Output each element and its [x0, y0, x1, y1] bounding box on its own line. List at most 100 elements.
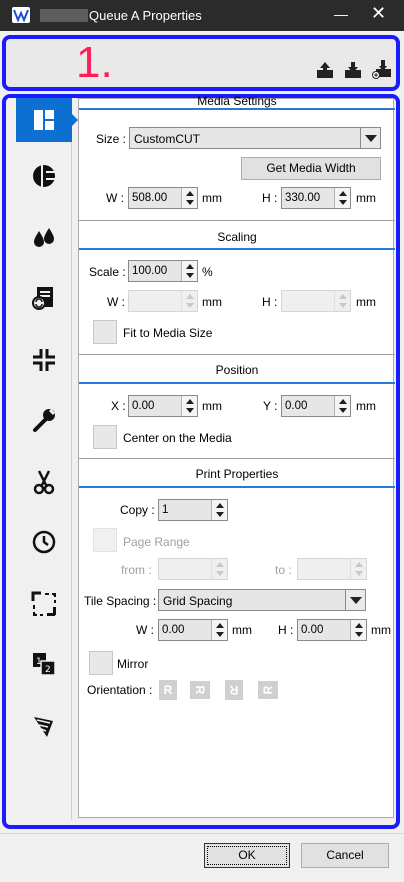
title-bar: Queue A Properties — ✕ [0, 0, 404, 31]
export-icon[interactable] [316, 61, 334, 79]
tile-width-stepper[interactable]: 0.00 [158, 619, 228, 641]
section-line [79, 382, 395, 384]
stepper-up-icon[interactable] [339, 399, 347, 404]
stepper-down-icon[interactable] [355, 632, 363, 637]
tile-spacing-dropdown[interactable]: Grid Spacing [158, 589, 366, 611]
stepper-down-icon[interactable] [216, 512, 224, 517]
scale-label: Scale : [89, 265, 126, 279]
mirror-checkbox[interactable] [89, 651, 113, 675]
scale-w-unit: mm [202, 295, 222, 309]
scale-value: 100.00 [132, 265, 168, 277]
stepper-down-icon[interactable] [339, 200, 347, 205]
tile-spacing-label: Tile Spacing : [84, 594, 157, 608]
sidebar-item-color[interactable] [16, 154, 72, 198]
sidebar-item-tools[interactable] [16, 398, 72, 442]
tile-spacing-value: Grid Spacing [163, 594, 233, 608]
color-swatch-icon [34, 717, 53, 737]
import-add-icon[interactable] [372, 59, 391, 79]
stepper-up-icon[interactable] [355, 623, 363, 628]
media-width-stepper[interactable]: 508.00 [128, 187, 198, 209]
sidebar-item-fit[interactable] [16, 338, 72, 382]
stepper-up-icon[interactable] [216, 503, 224, 508]
position-y-stepper[interactable]: 0.00 [281, 395, 351, 417]
orientation-options: R R R R [159, 680, 289, 702]
to-stepper [297, 558, 367, 580]
scale-w-label: W : [107, 295, 125, 309]
stepper-up-icon [355, 562, 363, 567]
minimize-button[interactable]: — [334, 6, 348, 22]
sidebar-item-ink[interactable] [16, 216, 72, 260]
stepper-up-icon[interactable] [339, 191, 347, 196]
scale-h-unit: mm [356, 295, 376, 309]
sidebar-item-cut[interactable] [16, 460, 72, 504]
section-line [79, 486, 395, 488]
get-media-width-button[interactable]: Get Media Width [241, 157, 381, 180]
section-divider [79, 220, 395, 221]
stepper-down-icon[interactable] [339, 408, 347, 413]
scale-width-stepper [128, 290, 198, 312]
size-dropdown[interactable]: CustomCUT [129, 127, 381, 149]
orientation-180-icon[interactable]: R [225, 680, 243, 700]
fit-to-media-checkbox[interactable] [93, 320, 117, 344]
center-on-media-label: Center on the Media [123, 431, 232, 445]
window-title: Queue A Properties [89, 8, 202, 23]
media-w-label: W : [106, 191, 124, 205]
position-y-unit: mm [356, 399, 376, 413]
position-y-value: 0.00 [285, 400, 308, 412]
tile-height-stepper[interactable]: 0.00 [297, 619, 367, 641]
sidebar-item-tiling[interactable]: 12 [16, 642, 72, 686]
scale-height-stepper [281, 290, 351, 312]
tile-h-label: H : [278, 623, 294, 637]
stepper-down-icon[interactable] [186, 408, 194, 413]
wrench-icon [33, 408, 56, 432]
stepper-down-icon [355, 571, 363, 576]
center-on-media-checkbox[interactable] [93, 425, 117, 449]
sidebar-item-job[interactable] [16, 276, 72, 320]
media-height-value: 330.00 [285, 192, 321, 204]
media-width-value: 508.00 [132, 192, 168, 204]
stepper-up-icon [186, 294, 194, 299]
position-x-value: 0.00 [132, 400, 155, 412]
stepper-down-icon [216, 571, 224, 576]
scale-stepper[interactable]: 100.00 [128, 260, 198, 282]
print-properties-title: Print Properties [195, 467, 279, 481]
stepper-up-icon [339, 294, 347, 299]
stepper-up-icon [216, 562, 224, 567]
close-button[interactable]: ✕ [371, 3, 386, 24]
from-label: from : [121, 563, 152, 577]
stepper-up-icon[interactable] [186, 399, 194, 404]
sidebar-item-marks[interactable] [16, 582, 72, 626]
toolbar-area: 1. [2, 35, 400, 91]
copy-stepper[interactable]: 1 [158, 499, 228, 521]
svg-text:2: 2 [45, 665, 51, 675]
clock-icon [32, 530, 56, 554]
stepper-up-icon[interactable] [186, 264, 194, 269]
orientation-0-icon[interactable]: R [159, 680, 177, 700]
copy-value: 1 [162, 504, 169, 516]
sidebar-item-layout[interactable] [16, 98, 72, 142]
orientation-270-icon[interactable]: R [258, 681, 278, 699]
orientation-90-icon[interactable]: R [190, 681, 210, 699]
scale-h-label: H : [262, 295, 278, 309]
stepper-down-icon[interactable] [186, 273, 194, 278]
cancel-button[interactable]: Cancel [301, 843, 389, 868]
media-h-label: H : [262, 191, 278, 205]
section-line [79, 248, 395, 250]
stepper-up-icon[interactable] [186, 191, 194, 196]
media-height-stepper[interactable]: 330.00 [281, 187, 351, 209]
tile-h-unit: mm [371, 623, 391, 637]
stepper-down-icon[interactable] [186, 200, 194, 205]
app-logo-icon [12, 7, 30, 23]
chevron-down-icon [345, 590, 365, 610]
fit-to-media-label: Fit to Media Size [123, 326, 213, 340]
import-icon[interactable] [344, 61, 362, 79]
position-x-unit: mm [202, 399, 222, 413]
sidebar-item-swatch[interactable] [16, 704, 72, 748]
position-x-stepper[interactable]: 0.00 [128, 395, 198, 417]
stepper-up-icon[interactable] [216, 623, 224, 628]
stepper-down-icon[interactable] [216, 632, 224, 637]
sidebar-item-schedule[interactable] [16, 520, 72, 564]
job-processing-icon [32, 287, 53, 310]
ok-button[interactable]: OK [204, 843, 290, 868]
position-x-label: X : [111, 399, 126, 413]
